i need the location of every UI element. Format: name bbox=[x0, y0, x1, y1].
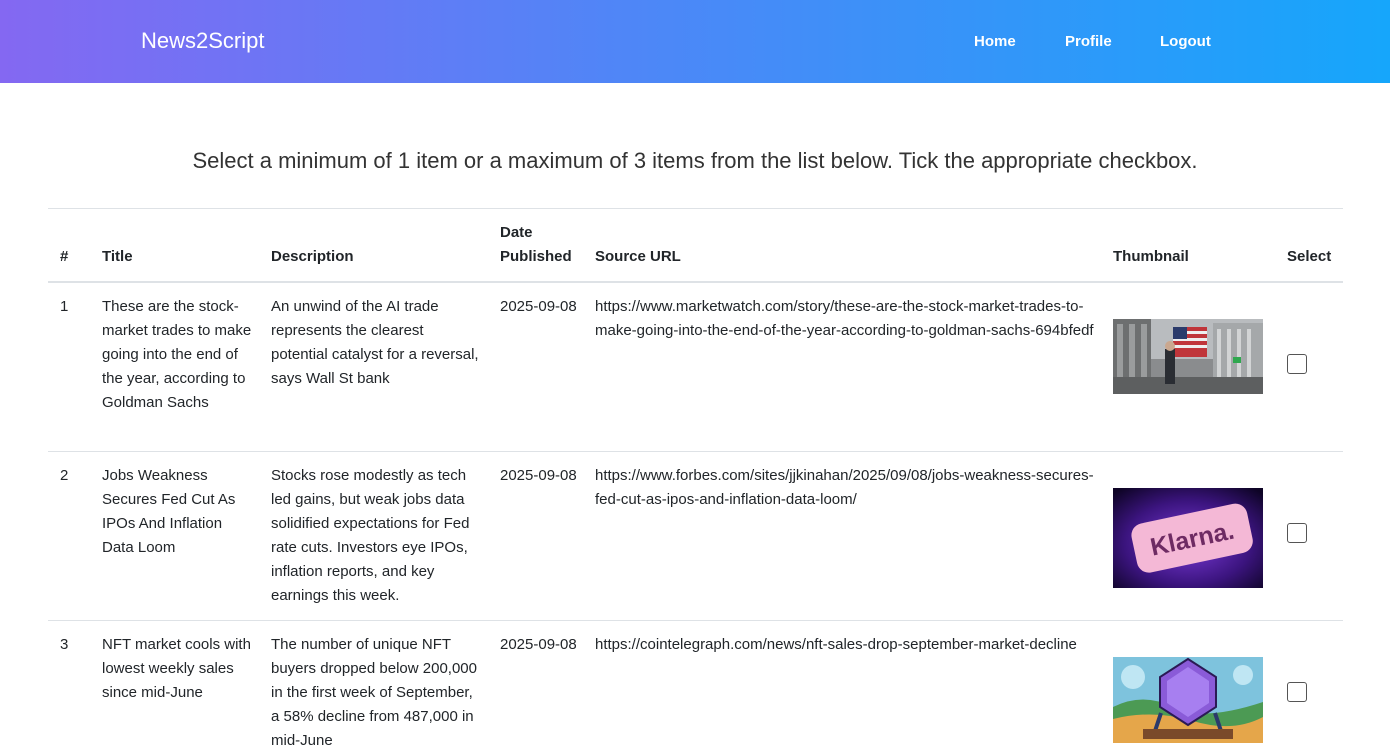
row-thumbnail-image bbox=[1113, 657, 1263, 743]
row-date: 2025-09-08 bbox=[500, 467, 577, 484]
header-thumbnail: Thumbnail bbox=[1113, 248, 1189, 265]
select-checkbox[interactable] bbox=[1287, 523, 1307, 543]
nav-profile-link[interactable]: Profile bbox=[1065, 32, 1112, 52]
header-title: Title bbox=[102, 248, 133, 265]
header-select: Select bbox=[1287, 248, 1332, 265]
header-description: Description bbox=[271, 248, 354, 265]
header-date-line1: Date bbox=[500, 224, 533, 241]
row-divider bbox=[48, 451, 1343, 452]
row-source-url: https://cointelegraph.com/news/nft-sales… bbox=[595, 636, 1077, 653]
row-title: Jobs Weakness Secures Fed Cut As IPOs An… bbox=[102, 467, 236, 556]
instructions-text: Select a minimum of 1 item or a maximum … bbox=[192, 148, 1198, 173]
row-divider bbox=[48, 620, 1343, 621]
brand-logo[interactable]: News2Script bbox=[141, 27, 264, 55]
row-thumbnail-image bbox=[1113, 319, 1263, 394]
row-number: 3 bbox=[60, 636, 69, 653]
row-description: Stocks rose modestly as tech led gains, … bbox=[271, 467, 470, 604]
row-source-url: https://www.marketwatch.com/story/these-… bbox=[595, 298, 1094, 339]
header-number: # bbox=[60, 248, 69, 265]
row-description: The number of unique NFT buyers dropped … bbox=[271, 636, 477, 749]
table-top-border bbox=[48, 208, 1343, 209]
nav-home-link[interactable]: Home bbox=[974, 32, 1016, 52]
select-checkbox[interactable] bbox=[1287, 354, 1307, 374]
header-bottom-border bbox=[48, 281, 1343, 283]
select-checkbox[interactable] bbox=[1287, 682, 1307, 702]
row-title: These are the stock-market trades to mak… bbox=[102, 298, 252, 411]
row-number: 2 bbox=[60, 467, 69, 484]
row-thumbnail-image: Klarna. bbox=[1113, 488, 1263, 588]
nav-logout-link[interactable]: Logout bbox=[1160, 32, 1211, 52]
header-date-line2: Published bbox=[500, 248, 572, 265]
navbar: News2Script Home Profile Logout bbox=[0, 0, 1390, 83]
row-title: NFT market cools with lowest weekly sale… bbox=[102, 636, 251, 701]
header-source-url: Source URL bbox=[595, 248, 681, 265]
row-date: 2025-09-08 bbox=[500, 298, 577, 315]
row-description: An unwind of the AI trade represents the… bbox=[271, 298, 479, 387]
row-date: 2025-09-08 bbox=[500, 636, 577, 653]
row-source-url: https://www.forbes.com/sites/jjkinahan/2… bbox=[595, 467, 1094, 508]
row-number: 1 bbox=[60, 298, 69, 315]
